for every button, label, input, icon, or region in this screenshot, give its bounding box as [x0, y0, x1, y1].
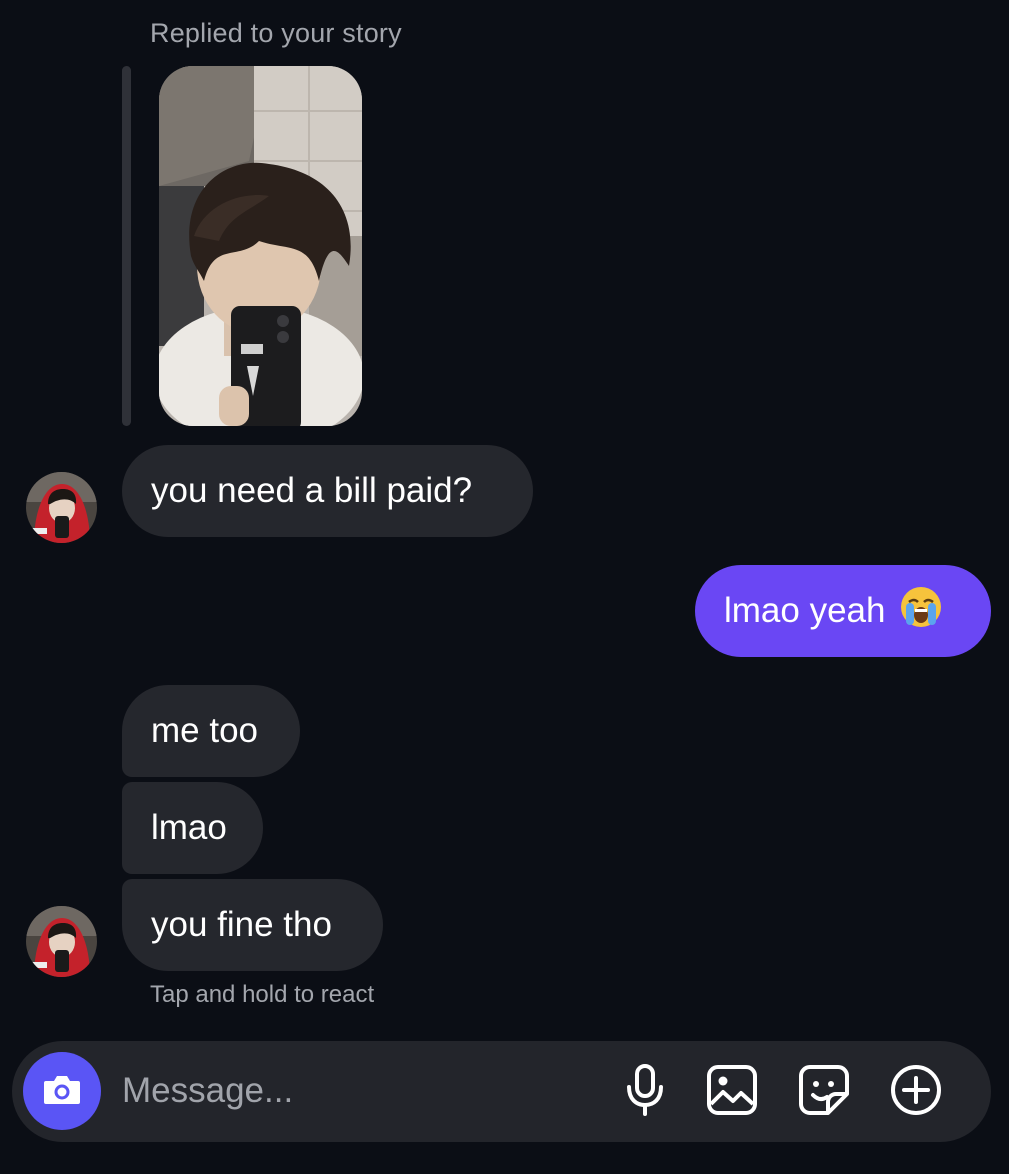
contact-avatar[interactable] [26, 906, 97, 977]
chat-screen: Replied to your story you need a bill pa… [0, 0, 1009, 1174]
incoming-message[interactable]: me too [122, 685, 300, 777]
microphone-icon [623, 1063, 667, 1122]
gallery-icon [706, 1064, 758, 1121]
story-thumbnail[interactable] [159, 66, 362, 426]
outgoing-message-text: lmao yeah [724, 591, 886, 630]
loudly-crying-face-icon [899, 585, 943, 638]
incoming-message[interactable]: lmao [122, 782, 263, 874]
incoming-message[interactable]: you fine tho [122, 879, 383, 971]
outgoing-message[interactable]: lmao yeah [695, 565, 991, 657]
more-options-button[interactable] [889, 1063, 943, 1122]
sticker-icon [798, 1064, 850, 1121]
camera-button[interactable] [23, 1052, 101, 1130]
incoming-message[interactable]: you need a bill paid? [122, 445, 533, 537]
camera-icon [42, 1072, 82, 1111]
plus-icon [889, 1063, 943, 1122]
message-input[interactable] [122, 1065, 602, 1117]
gallery-button[interactable] [705, 1064, 759, 1121]
contact-avatar[interactable] [26, 472, 97, 543]
microphone-button[interactable] [618, 1063, 672, 1122]
tap-hold-hint: Tap and hold to react [150, 981, 375, 1008]
replied-to-story-label: Replied to your story [150, 18, 402, 48]
sticker-button[interactable] [797, 1064, 851, 1121]
message-composer [12, 1041, 991, 1142]
reply-quote-bar [122, 66, 131, 426]
